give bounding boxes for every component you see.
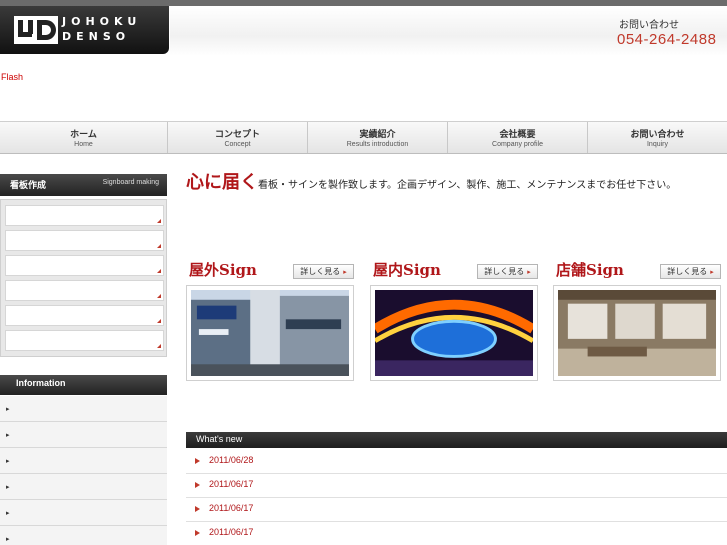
signboard-heading-label: 看板作成	[10, 181, 47, 191]
bullet-icon: ▸	[6, 405, 10, 413]
information-item[interactable]: ▸	[0, 422, 167, 448]
interior-photo-icon	[558, 290, 716, 376]
nav-results[interactable]: 実績紹介 Results introduction	[308, 122, 448, 153]
corner-triangle-icon	[157, 319, 161, 323]
signboard-heading-sublabel: Signboard making	[102, 179, 159, 186]
right-triangle-icon	[195, 530, 200, 536]
information-item[interactable]: ▸	[0, 448, 167, 474]
nav-inquiry-label: お問い合わせ	[630, 130, 685, 140]
card-title: 店舗Sign	[556, 261, 624, 279]
news-date: 2011/06/17	[209, 479, 254, 489]
bullet-icon: ▸	[6, 457, 10, 465]
news-date: 2011/06/28	[209, 455, 254, 465]
nav-home-sublabel: Home	[74, 141, 93, 148]
nav-company-sublabel: Company profile	[492, 141, 543, 148]
information-item[interactable]: ▸	[0, 500, 167, 526]
card-title: 屋内Sign	[373, 261, 441, 279]
information-heading: Information	[0, 375, 167, 395]
contact-label: お問い合わせ	[619, 20, 679, 31]
information-item[interactable]: ▸	[0, 526, 167, 545]
jd-logo-icon	[14, 16, 58, 44]
news-item[interactable]: 2011/06/17	[186, 498, 727, 522]
signboard-menu-item[interactable]	[5, 205, 164, 226]
site-logo[interactable]: JOHOKU DENSO	[0, 6, 169, 54]
nav-company-label: 会社概要	[499, 130, 536, 140]
bullet-icon: ▸	[6, 509, 10, 517]
indoor-sign-photo[interactable]	[370, 285, 538, 381]
bullet-icon: ▸	[6, 535, 10, 543]
whats-new-heading: What's new	[186, 432, 727, 448]
corner-triangle-icon	[157, 294, 161, 298]
nav-inquiry[interactable]: お問い合わせ Inquiry	[588, 122, 727, 153]
detail-button[interactable]: 詳しく見る ▸	[660, 264, 721, 279]
signboard-menu-item[interactable]	[5, 230, 164, 251]
nav-concept-sublabel: Concept	[224, 141, 251, 148]
bullet-icon: ▸	[6, 483, 10, 491]
corner-triangle-icon	[157, 219, 161, 223]
detail-button-label: 詳しく見る	[300, 267, 341, 276]
news-date: 2011/06/17	[209, 527, 254, 537]
logo-line2: DENSO	[62, 30, 131, 43]
right-triangle-icon	[195, 458, 200, 464]
signboard-heading: 看板作成 Signboard making	[0, 174, 167, 196]
news-date: 2011/06/17	[209, 503, 254, 513]
store-sign-photo[interactable]	[553, 285, 721, 381]
signboard-menu	[0, 199, 167, 357]
global-nav: ホーム Home コンセプト Concept 実績紹介 Results intr…	[0, 121, 727, 154]
bullet-icon: ▸	[6, 431, 10, 439]
nav-inquiry-sublabel: Inquiry	[646, 141, 668, 148]
news-item[interactable]: 2011/06/17	[186, 522, 727, 545]
nav-home-label: ホーム	[70, 130, 97, 140]
whats-new-title: What's new	[196, 434, 243, 444]
detail-button[interactable]: 詳しく見る ▸	[293, 264, 354, 279]
outdoor-sign-photo[interactable]	[186, 285, 354, 381]
signboard-menu-item[interactable]	[5, 305, 164, 326]
news-item[interactable]: 2011/06/17	[186, 474, 727, 498]
detail-button-label: 詳しく見る	[667, 267, 708, 276]
logo-line1: JOHOKU	[62, 15, 142, 28]
detail-button[interactable]: 詳しく見る ▸	[477, 264, 538, 279]
card-title: 屋外Sign	[189, 261, 257, 279]
information-item[interactable]: ▸	[0, 474, 167, 500]
contact-phone[interactable]: 054-264-2488	[617, 31, 716, 48]
right-triangle-icon	[195, 506, 200, 512]
corner-triangle-icon	[157, 344, 161, 348]
arrow-right-icon: ▸	[527, 268, 531, 276]
nav-results-sublabel: Results introduction	[346, 141, 409, 148]
logo-text: JOHOKU DENSO	[62, 14, 141, 44]
signboard-menu-item[interactable]	[5, 330, 164, 351]
corner-triangle-icon	[157, 244, 161, 248]
nav-home[interactable]: ホーム Home	[0, 122, 168, 153]
nav-concept-label: コンセプト	[214, 130, 260, 140]
arrow-right-icon: ▸	[710, 268, 714, 276]
detail-button-label: 詳しく見る	[484, 267, 525, 276]
neon-photo-icon	[372, 290, 536, 376]
signboard-menu-item[interactable]	[5, 280, 164, 301]
nav-company[interactable]: 会社概要 Company profile	[448, 122, 588, 153]
right-triangle-icon	[195, 482, 200, 488]
flash-placeholder: Flash	[1, 72, 24, 82]
tagline-headline: 心に届く	[186, 172, 258, 193]
corner-triangle-icon	[157, 269, 161, 273]
arrow-right-icon: ▸	[343, 268, 347, 276]
signboard-menu-item[interactable]	[5, 255, 164, 276]
tagline: 心に届く看板・サインを製作致します。企画デザイン、製作、施工、メンテナンスまでお…	[186, 168, 676, 194]
news-item[interactable]: 2011/06/28	[186, 450, 727, 474]
nav-results-label: 実績紹介	[359, 130, 396, 140]
tagline-body: 看板・サインを製作致します。企画デザイン、製作、施工、メンテナンスまでお任せ下さ…	[258, 180, 677, 191]
information-heading-label: Information	[16, 378, 66, 388]
nav-concept[interactable]: コンセプト Concept	[168, 122, 308, 153]
information-item[interactable]: ▸	[0, 396, 167, 422]
building-photo-icon	[191, 290, 349, 376]
